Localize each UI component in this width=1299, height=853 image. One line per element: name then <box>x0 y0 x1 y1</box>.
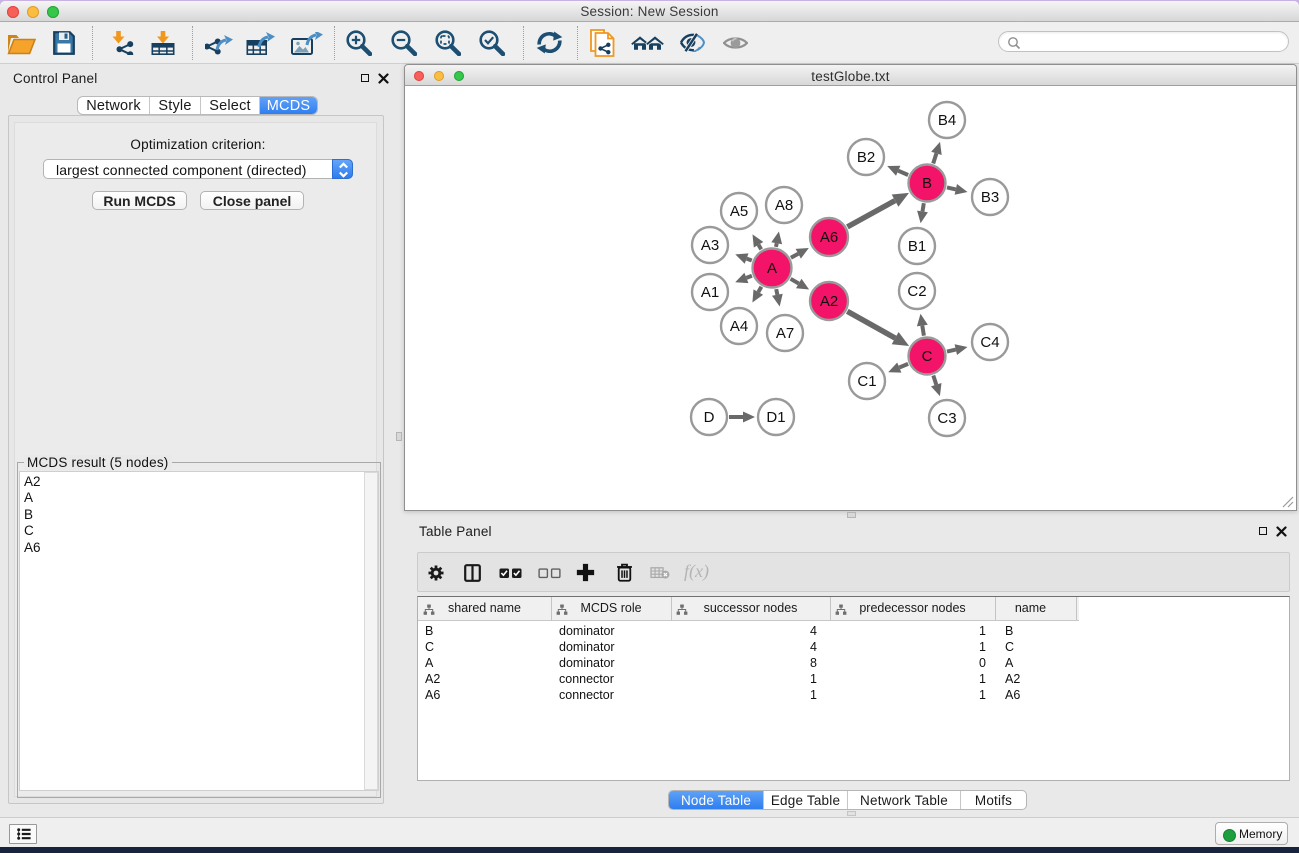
svg-text:D: D <box>704 409 715 426</box>
svg-text:A6: A6 <box>820 229 838 246</box>
svg-text:A7: A7 <box>776 325 794 342</box>
svg-text:B2: B2 <box>857 149 875 166</box>
svg-text:D1: D1 <box>766 409 785 426</box>
svg-text:C4: C4 <box>980 334 999 351</box>
svg-text:A: A <box>767 260 777 277</box>
svg-text:A5: A5 <box>730 203 748 220</box>
svg-text:A4: A4 <box>730 318 748 335</box>
svg-text:A8: A8 <box>775 197 793 214</box>
svg-text:C1: C1 <box>857 373 876 390</box>
svg-text:B: B <box>922 175 932 192</box>
svg-text:A1: A1 <box>701 284 719 301</box>
svg-text:C3: C3 <box>937 410 956 427</box>
svg-text:B1: B1 <box>908 238 926 255</box>
svg-text:A3: A3 <box>701 237 719 254</box>
svg-text:B4: B4 <box>938 112 956 129</box>
svg-text:B3: B3 <box>981 189 999 206</box>
svg-text:C2: C2 <box>907 283 926 300</box>
svg-text:A2: A2 <box>820 293 838 310</box>
svg-text:C: C <box>922 348 933 365</box>
